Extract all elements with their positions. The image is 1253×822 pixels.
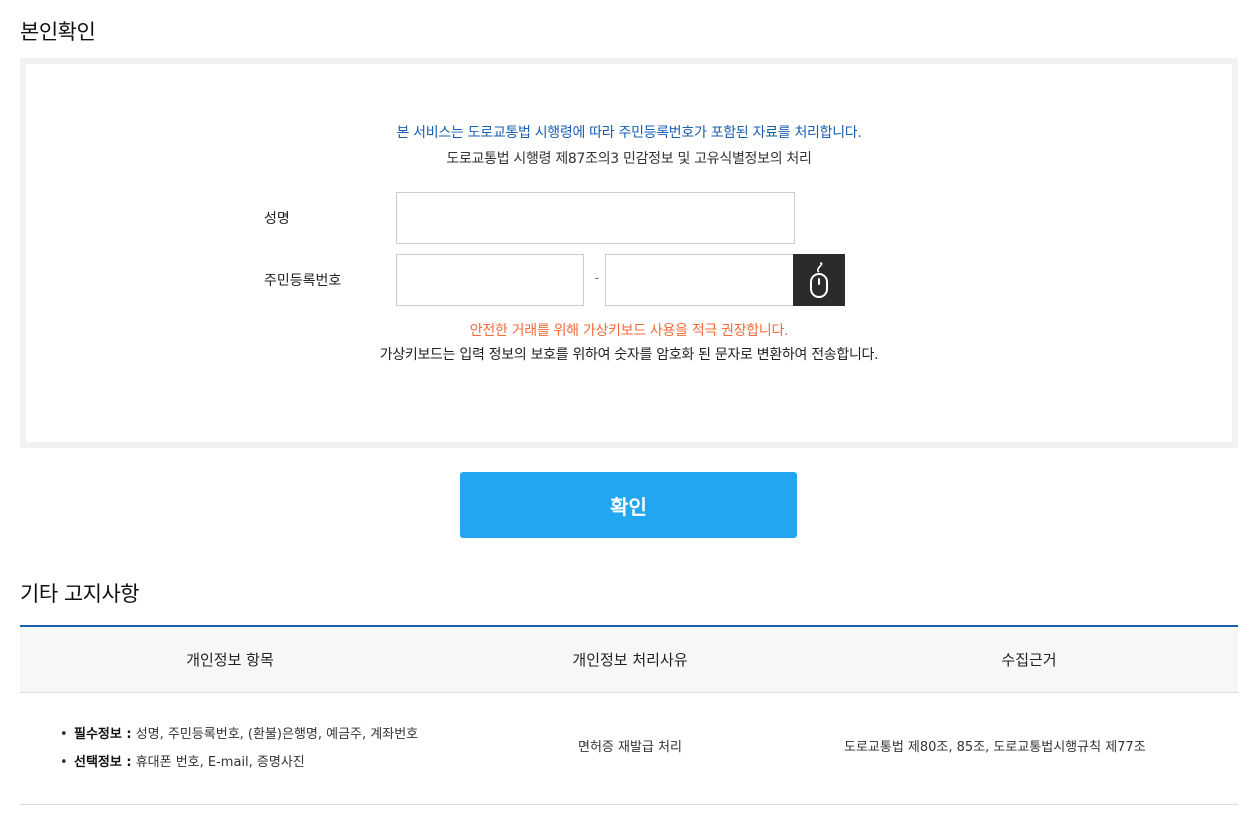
table-row: 필수정보 : 성명, 주민등록번호, (환불)은행명, 예금주, 계좌번호 선택… (20, 692, 1238, 805)
confirm-button[interactable]: 확인 (460, 472, 797, 538)
section-title-verification: 본인확인 (20, 20, 96, 44)
column-header-items: 개인정보 항목 (20, 626, 440, 693)
rrn-separator: - (594, 271, 600, 286)
optional-text: 휴대폰 번호, E-mail, 증명사진 (131, 755, 305, 770)
name-input[interactable] (396, 192, 795, 244)
rrn-back-input[interactable] (605, 254, 795, 306)
required-label: 필수정보 : (74, 727, 132, 742)
legal-notice-sub: 도로교통법 시행령 제87조의3 민감정보 및 고유식별정보의 처리 (446, 151, 812, 167)
virtual-keyboard-description: 가상키보드는 입력 정보의 보호를 위하여 숫자를 암호화 된 문자로 변환하여… (379, 347, 879, 363)
column-header-reason: 개인정보 처리사유 (440, 626, 820, 693)
legal-notice: 본 서비스는 도로교통법 시행령에 따라 주민등록번호가 포함된 자료를 처리합… (396, 125, 862, 141)
privacy-notice-table: 개인정보 항목 개인정보 처리사유 수집근거 필수정보 : 성명, 주민등록번호… (20, 625, 1238, 805)
virtual-keyboard-recommendation: 안전한 거래를 위해 가상키보드 사용을 적극 권장합니다. (469, 323, 789, 339)
cell-reason: 면허증 재발급 처리 (440, 692, 820, 805)
cell-basis: 도로교통법 제80조, 85조, 도로교통법시행규칙 제77조 (820, 692, 1238, 805)
rrn-label: 주민등록번호 (264, 273, 342, 289)
mouse-icon (810, 262, 828, 298)
list-item-required: 필수정보 : 성명, 주민등록번호, (환불)은행명, 예금주, 계좌번호 (60, 723, 420, 747)
table-header-row: 개인정보 항목 개인정보 처리사유 수집근거 (20, 626, 1238, 693)
section-title-other-notice: 기타 고지사항 (20, 582, 140, 606)
column-header-basis: 수집근거 (820, 626, 1238, 693)
name-label: 성명 (264, 211, 290, 227)
required-text: 성명, 주민등록번호, (환불)은행명, 예금주, 계좌번호 (131, 727, 419, 742)
verification-panel: 본 서비스는 도로교통법 시행령에 따라 주민등록번호가 포함된 자료를 처리합… (20, 58, 1238, 448)
cell-items: 필수정보 : 성명, 주민등록번호, (환불)은행명, 예금주, 계좌번호 선택… (20, 692, 440, 805)
page: 본인확인 본 서비스는 도로교통법 시행령에 따라 주민등록번호가 포함된 자료… (0, 0, 1253, 822)
rrn-front-input[interactable] (396, 254, 584, 306)
list-item-optional: 선택정보 : 휴대폰 번호, E-mail, 증명사진 (60, 751, 420, 775)
virtual-keyboard-button[interactable] (793, 254, 845, 306)
optional-label: 선택정보 : (74, 755, 132, 770)
